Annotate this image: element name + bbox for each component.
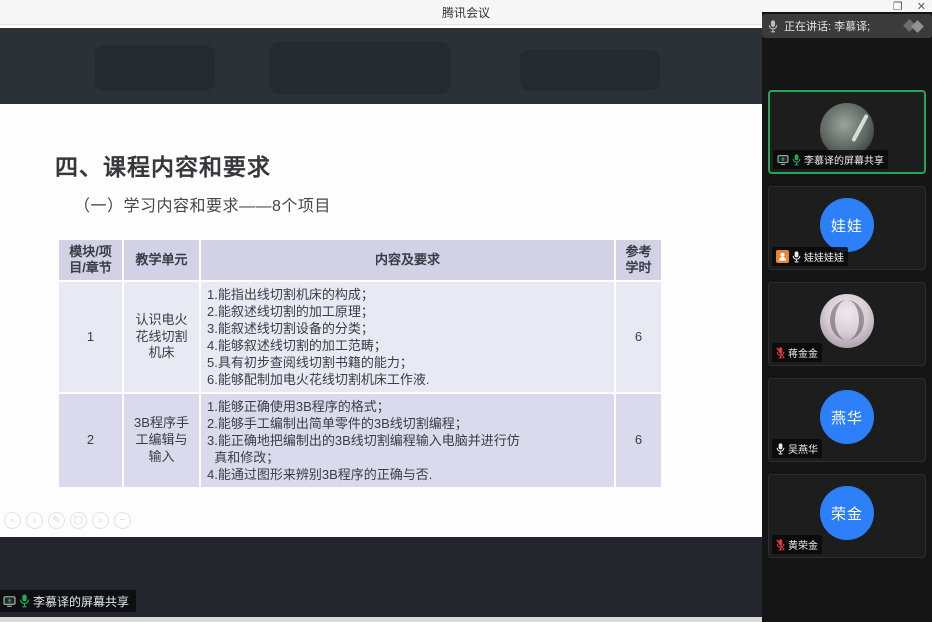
table-row: 2 3B程序手工编辑与输入 1.能够正确使用3B程序的格式；2.能够手工编制出简… <box>59 394 661 487</box>
layout-switch-icon[interactable] <box>903 20 927 32</box>
screen-share-icon <box>3 596 16 607</box>
table-row: 1 认识电火花线切割机床 1.能指出线切割机床的构成；2.能叙述线切割的加工原理… <box>59 282 661 392</box>
col-header-module: 模块/项目/章节 <box>59 240 122 280</box>
cell-content: 1.能指出线切割机床的构成；2.能叙述线切割的加工原理；3.能叙述线切割设备的分… <box>201 282 614 392</box>
participant-label: 黄荣金 <box>772 535 822 554</box>
slide-controls: ‹ › ✎ ▢ ⌕ − <box>4 512 131 529</box>
participant-name: 李慕译的屏幕共享 <box>804 152 884 167</box>
participant-label: 李慕译的屏幕共享 <box>773 150 888 169</box>
avatar-initials: 燕华 <box>831 407 863 428</box>
mic-icon <box>768 20 778 33</box>
next-slide-icon[interactable]: › <box>26 512 43 529</box>
mic-on-icon <box>792 251 801 263</box>
participant-tile[interactable]: 荣金 黄荣金 <box>768 474 926 558</box>
cell-unit: 认识电火花线切割机床 <box>124 282 199 392</box>
mic-on-icon <box>792 154 801 166</box>
prev-slide-icon[interactable]: ‹ <box>4 512 21 529</box>
cell-unit: 3B程序手工编辑与输入 <box>124 394 199 487</box>
participant-name: 娃娃娃娃 <box>804 249 844 264</box>
participant-label: 蒋金金 <box>772 343 822 362</box>
shape-icon[interactable]: ▢ <box>70 512 87 529</box>
close-icon[interactable]: ✕ <box>917 1 926 13</box>
col-header-unit: 教学单元 <box>124 240 199 280</box>
avatar: 娃娃 <box>820 198 874 252</box>
table-header-row: 模块/项目/章节 教学单元 内容及要求 参考学时 <box>59 240 661 280</box>
avatar: 燕华 <box>820 390 874 444</box>
shared-screen-region: 四、课程内容和要求 （一）学习内容和要求——8个项目 模块/项目/章节 教学单元… <box>0 25 762 622</box>
restore-icon[interactable]: ❐ <box>893 1 903 13</box>
avatar-initials: 荣金 <box>831 503 863 524</box>
member-badge-icon <box>776 250 789 263</box>
avatar <box>820 103 874 157</box>
toolbar-ghost-shape <box>95 46 215 90</box>
presentation-slide: 四、课程内容和要求 （一）学习内容和要求——8个项目 模块/项目/章节 教学单元… <box>0 104 762 537</box>
slide-subtitle: （一）学习内容和要求——8个项目 <box>74 192 331 216</box>
screen-share-banner: 李慕译的屏幕共享 <box>0 590 136 612</box>
avatar <box>820 294 874 348</box>
participant-tile[interactable]: 娃娃 娃娃娃娃 <box>768 186 926 270</box>
speaking-status-banner[interactable]: 正在讲话: 李慕译; <box>762 14 932 38</box>
mic-muted-icon <box>776 539 785 551</box>
col-header-hours: 参考学时 <box>616 240 661 280</box>
mic-on-icon <box>776 443 785 455</box>
participant-tile[interactable]: 李慕译的屏幕共享 <box>768 90 926 174</box>
participant-tile[interactable]: 燕华 吴燕华 <box>768 378 926 462</box>
zoom-out-icon[interactable]: − <box>114 512 131 529</box>
toolbar-ghost-shape <box>270 42 450 94</box>
cell-hours: 6 <box>616 282 661 392</box>
screen-share-icon <box>777 155 789 165</box>
cell-content: 1.能够正确使用3B程序的格式；2.能够手工编制出简单零件的3B线切割编程；3.… <box>201 394 614 487</box>
participants-sidebar: 正在讲话: 李慕译; 李慕译的屏幕共享 娃娃 <box>762 12 932 622</box>
participant-label: 吴燕华 <box>772 439 822 458</box>
toolbar-ghost-shape <box>520 50 660 90</box>
participant-name: 蒋金金 <box>788 345 818 360</box>
col-header-content: 内容及要求 <box>201 240 614 280</box>
screen-share-label: 李慕译的屏幕共享 <box>33 593 129 610</box>
window-controls: ❐ ✕ <box>893 1 926 13</box>
mic-muted-icon <box>776 347 785 359</box>
participant-label: 娃娃娃娃 <box>772 247 848 266</box>
mic-on-icon <box>19 594 30 608</box>
cell-module: 1 <box>59 282 122 392</box>
zoom-in-icon[interactable]: ⌕ <box>92 512 109 529</box>
cell-module: 2 <box>59 394 122 487</box>
course-table: 模块/项目/章节 教学单元 内容及要求 参考学时 1 认识电火花线切割机床 1.… <box>57 238 663 489</box>
avatar-initials: 娃娃 <box>831 215 863 236</box>
cell-hours: 6 <box>616 394 661 487</box>
shared-app-toolbar <box>0 28 762 104</box>
participant-tile[interactable]: 蒋金金 <box>768 282 926 366</box>
bottom-light-strip <box>0 617 762 622</box>
avatar: 荣金 <box>820 486 874 540</box>
pen-icon[interactable]: ✎ <box>48 512 65 529</box>
participant-name: 吴燕华 <box>788 441 818 456</box>
participant-name: 黄荣金 <box>788 537 818 552</box>
speaking-status-text: 正在讲话: 李慕译; <box>784 18 870 34</box>
slide-title: 四、课程内容和要求 <box>55 148 271 182</box>
